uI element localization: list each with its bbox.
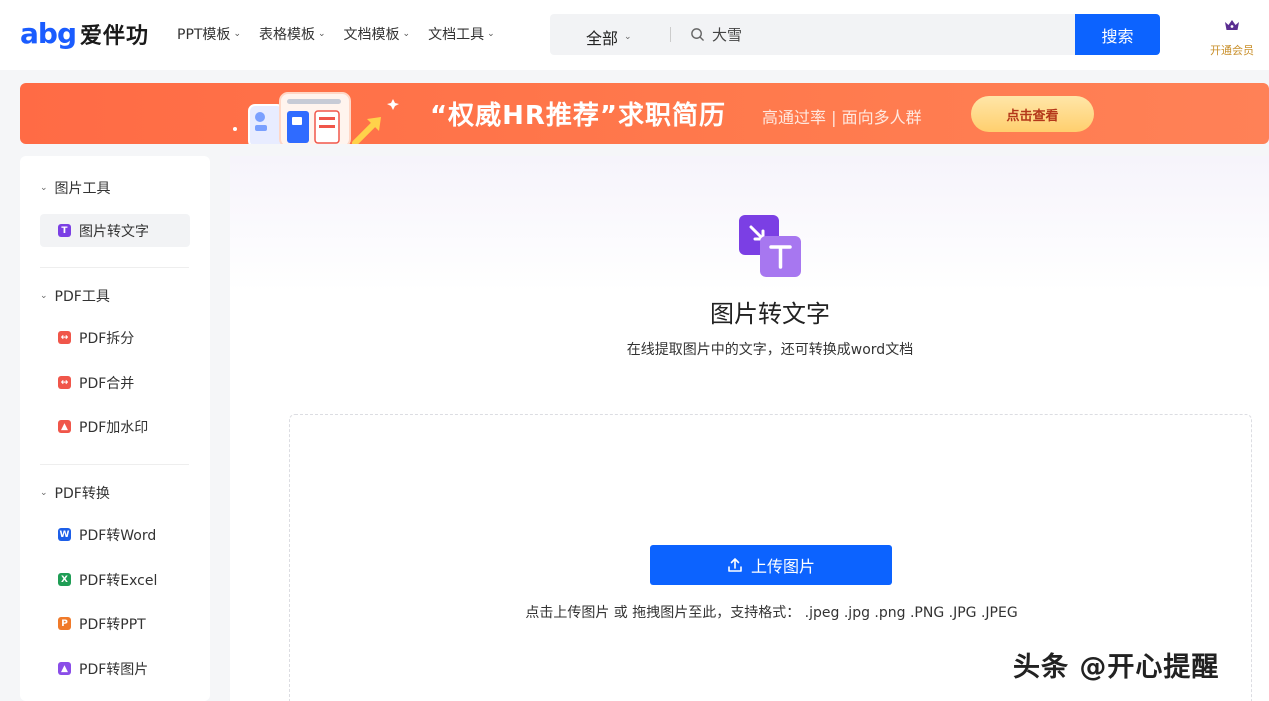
ppt-icon: P (58, 617, 71, 630)
text-t-icon: T (58, 224, 71, 237)
chevron-down-icon: ⌄ (40, 183, 48, 193)
site-logo[interactable]: abg 爱伴功 (20, 16, 149, 52)
upload-image-button[interactable]: 上传图片 (650, 545, 892, 585)
page-title: 图片转文字 (710, 300, 830, 328)
banner-view-button[interactable]: 点击查看 (971, 96, 1094, 132)
sidebar-group-image-tools[interactable]: ⌄ 图片工具 (40, 178, 111, 198)
upload-button-label: 上传图片 (750, 557, 815, 576)
nav-label: 文档工具 (428, 27, 485, 43)
search-category-label: 全部 (586, 29, 619, 48)
sidebar-item-pdf-split[interactable]: ↔ PDF拆分 (40, 321, 190, 354)
sidebar-item-pdf-to-excel[interactable]: X PDF转Excel (40, 563, 190, 596)
image-to-text-icon (739, 215, 801, 277)
group-divider (40, 267, 189, 268)
sidebar-item-label: PDF拆分 (79, 330, 135, 347)
logo-text: 爱伴功 (79, 24, 149, 49)
search-input[interactable] (712, 20, 1062, 49)
upload-hint: 点击上传图片 或 拖拽图片至此，支持格式： .jpeg .jpg .png .P… (525, 605, 1018, 621)
sidebar-item-pdf-to-word[interactable]: W PDF转Word (40, 518, 190, 551)
watermark-text: 头条 @开心提醒 (1013, 652, 1220, 683)
excel-icon: X (58, 573, 71, 586)
nav-label: 文档模板 (343, 27, 400, 43)
crown-icon (1225, 20, 1239, 30)
search-divider (670, 27, 671, 42)
sidebar-group-pdf-tools[interactable]: ⌄ PDF工具 (40, 286, 110, 306)
search-button[interactable]: 搜索 (1075, 14, 1160, 55)
search-category-select[interactable]: 全部 ⌄ (586, 25, 632, 49)
sidebar-item-pdf-to-ppt[interactable]: P PDF转PPT (40, 607, 190, 640)
sidebar-item-label: PDF转Word (79, 527, 157, 544)
main-nav: PPT模板 ⌄ 表格模板 ⌄ 文档模板 ⌄ 文档工具 ⌄ (177, 24, 495, 44)
watermark-stamp-icon: ▲ (58, 420, 71, 433)
nav-label: 表格模板 (258, 27, 315, 43)
page-description: 在线提取图片中的文字，还可转换成word文档 (626, 342, 914, 358)
sidebar-item-label: PDF转图片 (79, 661, 149, 678)
word-icon: W (58, 528, 71, 541)
banner-title: “权威HR推荐”求职简历 (430, 101, 726, 131)
nav-ppt-templates[interactable]: PPT模板 ⌄ (177, 24, 241, 44)
chevron-down-icon: ⌄ (317, 29, 326, 39)
chevron-down-icon: ⌄ (40, 488, 48, 498)
resume-illustration-icon (233, 92, 399, 144)
image-icon: ▲ (58, 662, 71, 675)
chevron-down-icon: ⌄ (624, 32, 632, 42)
sidebar-item-label: PDF加水印 (79, 419, 149, 436)
group-title-label: 图片工具 (54, 181, 111, 197)
sidebar-item-label: PDF转PPT (79, 616, 146, 633)
pdf-split-icon: ↔ (58, 331, 71, 344)
pdf-merge-icon: ↔ (58, 376, 71, 389)
sidebar-item-pdf-to-image[interactable]: ▲ PDF转图片 (40, 652, 190, 685)
chevron-down-icon: ⌄ (487, 29, 495, 39)
chevron-down-icon: ⌄ (40, 291, 48, 301)
top-header: abg 爱伴功 PPT模板⌄ 表格模板⌄ 文档模板⌄ 文档工具⌄ 全部 ⌄ 搜索… (0, 0, 1269, 70)
nav-doc-templates[interactable]: 文档模板 ⌄ (344, 24, 411, 44)
vip-membership[interactable]: 开通会员 (1204, 18, 1260, 58)
banner-subtitle: 高通过率 | 面向多人群 (762, 108, 922, 127)
sidebar-group-pdf-convert[interactable]: ⌄ PDF转换 (40, 483, 110, 503)
sidebar-item-label: 图片转文字 (79, 223, 149, 240)
chevron-down-icon: ⌄ (402, 29, 411, 39)
sidebar-item-label: PDF转Excel (79, 572, 158, 589)
search-bar: 全部 ⌄ 搜索 (550, 14, 1160, 55)
search-icon (691, 28, 704, 41)
sidebar-item-pdf-merge[interactable]: ↔ PDF合并 (40, 366, 190, 399)
sidebar-item-label: PDF合并 (79, 375, 135, 392)
promo-banner[interactable]: “权威HR推荐”求职简历 高通过率 | 面向多人群 点击查看 (20, 83, 1269, 144)
nav-label: PPT模板 (177, 27, 231, 43)
chevron-down-icon: ⌄ (233, 29, 241, 39)
vip-label: 开通会员 (1210, 44, 1254, 57)
nav-sheet-templates[interactable]: 表格模板 ⌄ (259, 24, 326, 44)
group-title-label: PDF转换 (54, 486, 110, 502)
group-divider (40, 464, 189, 465)
tool-main-panel: 图片转文字 在线提取图片中的文字，还可转换成word文档 上传图片 点击上传图片… (230, 156, 1269, 701)
logo-mark: abg (20, 17, 77, 50)
sidebar-item-pdf-watermark[interactable]: ▲ PDF加水印 (40, 410, 190, 443)
upload-icon (728, 558, 742, 572)
nav-doc-tools[interactable]: 文档工具 ⌄ (428, 24, 495, 44)
sidebar-item-image-to-text[interactable]: T 图片转文字 (40, 214, 190, 247)
group-title-label: PDF工具 (54, 289, 110, 305)
tools-sidebar: ⌄ 图片工具 T 图片转文字 ⌄ PDF工具 ↔ PDF拆分 ↔ PDF合并 ▲… (20, 156, 210, 701)
